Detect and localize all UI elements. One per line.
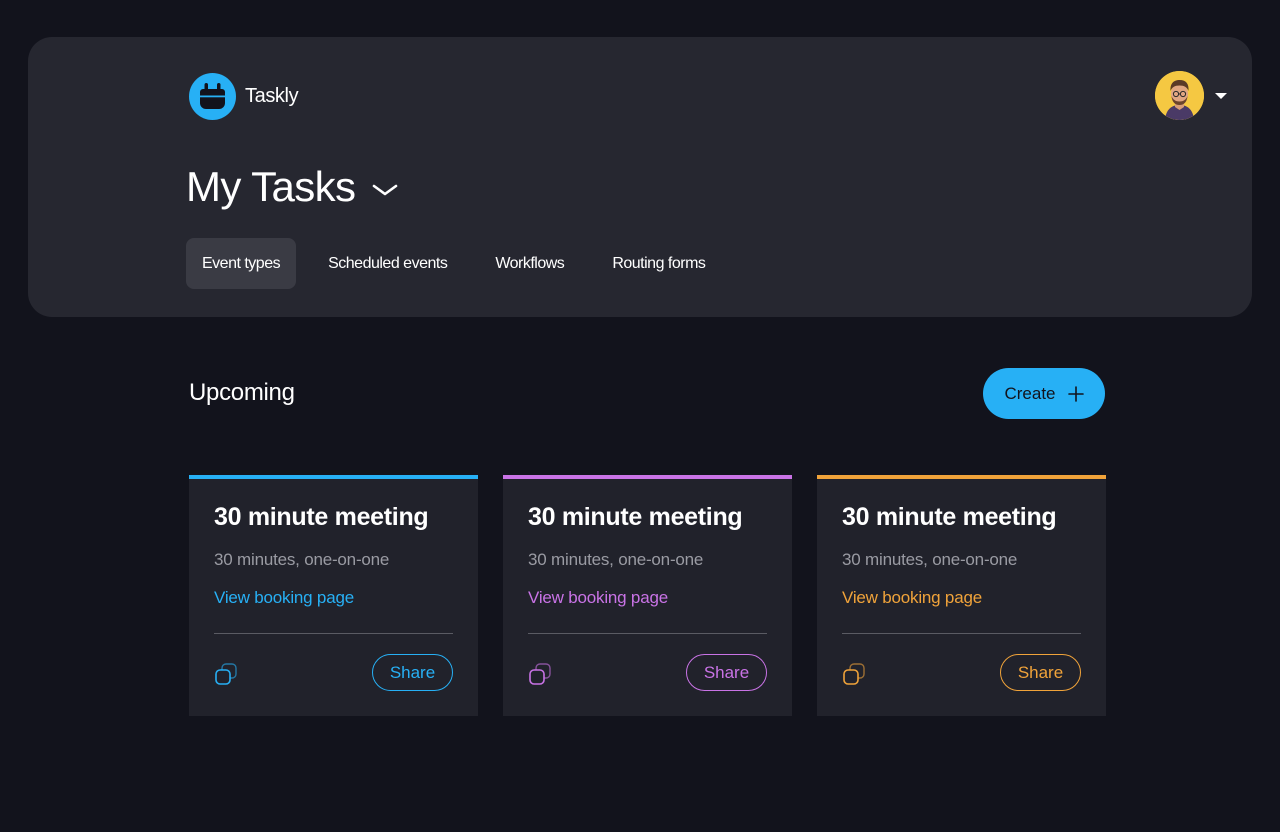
card-divider bbox=[214, 633, 453, 634]
card-title: 30 minute meeting bbox=[214, 503, 429, 531]
page-title-row: My Tasks bbox=[186, 163, 399, 211]
copy-icon[interactable] bbox=[214, 662, 239, 687]
calendar-logo-icon bbox=[189, 73, 236, 120]
copy-icon[interactable] bbox=[528, 662, 553, 687]
account-menu[interactable] bbox=[1155, 71, 1228, 120]
event-card[interactable]: 30 minute meeting 30 minutes, one-on-one… bbox=[503, 475, 792, 716]
view-booking-page-link[interactable]: View booking page bbox=[842, 588, 982, 608]
tab-routing-forms[interactable]: Routing forms bbox=[596, 238, 721, 289]
plus-icon bbox=[1067, 385, 1084, 402]
card-subtitle: 30 minutes, one-on-one bbox=[528, 550, 704, 569]
share-button[interactable]: Share bbox=[1000, 654, 1081, 691]
card-subtitle: 30 minutes, one-on-one bbox=[214, 550, 390, 569]
card-divider bbox=[842, 633, 1081, 634]
header-panel: Taskly My Tasks Event types Scheduled ev… bbox=[28, 37, 1252, 317]
event-type-cards: 30 minute meeting 30 minutes, one-on-one… bbox=[189, 475, 1106, 716]
copy-icon[interactable] bbox=[842, 662, 867, 687]
event-card[interactable]: 30 minute meeting 30 minutes, one-on-one… bbox=[817, 475, 1106, 716]
card-title: 30 minute meeting bbox=[528, 503, 743, 531]
caret-down-icon[interactable] bbox=[1214, 91, 1228, 101]
view-booking-page-link[interactable]: View booking page bbox=[214, 588, 354, 608]
tab-scheduled-events[interactable]: Scheduled events bbox=[312, 238, 463, 289]
card-divider bbox=[528, 633, 767, 634]
share-button[interactable]: Share bbox=[372, 654, 453, 691]
page-title: My Tasks bbox=[186, 163, 356, 210]
create-button-label: Create bbox=[1004, 383, 1056, 403]
app-name: Taskly bbox=[245, 85, 299, 107]
app-logo[interactable]: Taskly bbox=[189, 73, 299, 120]
tab-event-types[interactable]: Event types bbox=[186, 238, 297, 289]
tab-bar: Event types Scheduled events Workflows R… bbox=[186, 238, 737, 289]
create-button[interactable]: Create bbox=[983, 368, 1105, 419]
avatar[interactable] bbox=[1155, 71, 1204, 120]
chevron-down-icon[interactable] bbox=[371, 180, 399, 200]
section-title: Upcoming bbox=[189, 379, 295, 406]
card-title: 30 minute meeting bbox=[842, 503, 1057, 531]
tab-workflows[interactable]: Workflows bbox=[479, 238, 580, 289]
share-button[interactable]: Share bbox=[686, 654, 767, 691]
event-card[interactable]: 30 minute meeting 30 minutes, one-on-one… bbox=[189, 475, 478, 716]
card-subtitle: 30 minutes, one-on-one bbox=[842, 550, 1018, 569]
view-booking-page-link[interactable]: View booking page bbox=[528, 588, 668, 608]
